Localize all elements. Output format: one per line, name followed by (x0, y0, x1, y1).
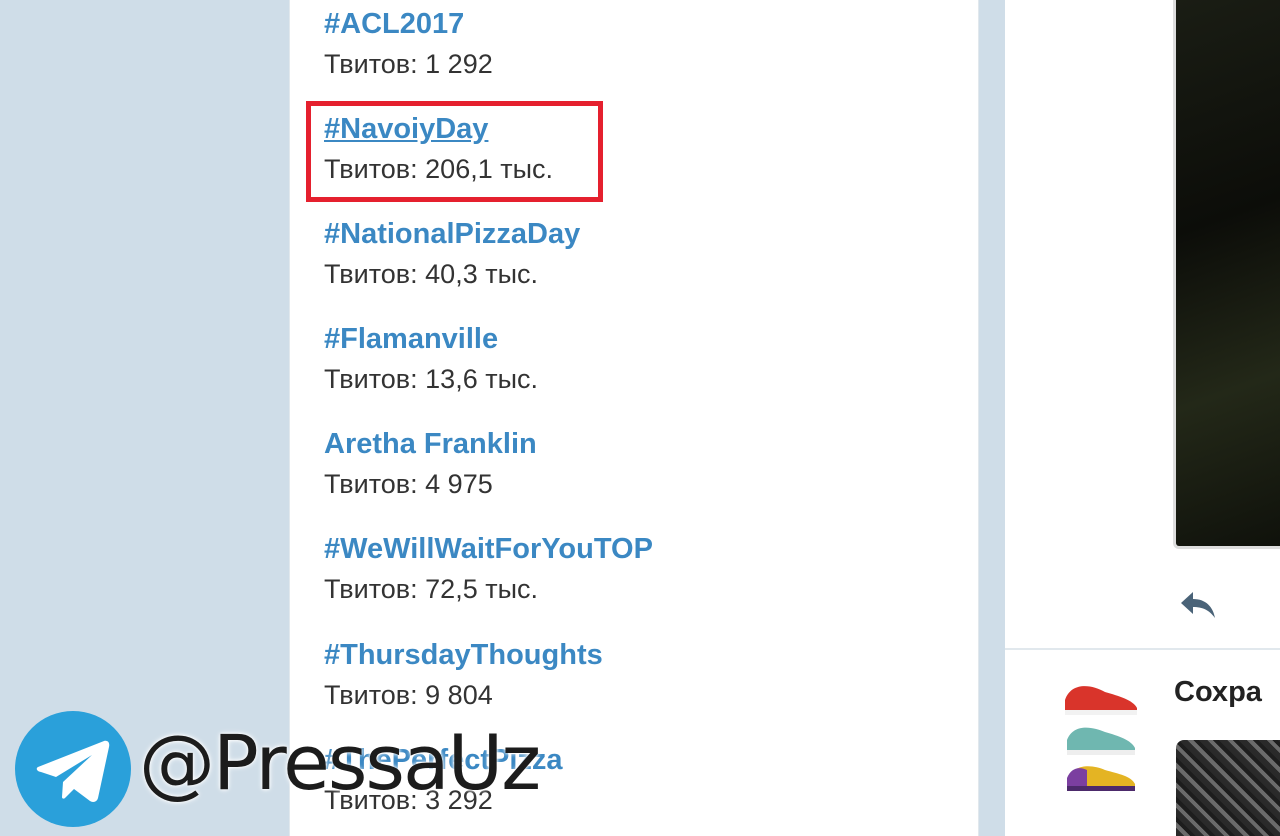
trend-link[interactable]: #ThursdayThoughts (324, 637, 603, 673)
trend-link[interactable]: Aretha Franklin (324, 426, 537, 462)
trend-link[interactable]: #NationalPizzaDay (324, 216, 580, 252)
trend-item: #Flamanville Твитов: 13,6 тыс. (324, 321, 538, 397)
watermark-text: @PressaUz (139, 718, 541, 807)
highlight-box (306, 101, 603, 202)
telegram-icon (15, 711, 131, 827)
trend-tweet-count: Твитов: 1 292 (324, 49, 493, 79)
trend-link[interactable]: #ACL2017 (324, 6, 493, 42)
trend-item: #NationalPizzaDay Твитов: 40,3 тыс. (324, 216, 580, 292)
divider (1005, 648, 1280, 650)
trend-tweet-count: Твитов: 13,6 тыс. (324, 364, 538, 394)
trend-item: #ACL2017 Твитов: 1 292 (324, 6, 493, 82)
trend-link[interactable]: #Flamanville (324, 321, 538, 357)
watermark: @PressaUz (14, 710, 541, 830)
right-column: Сохра (1005, 0, 1280, 836)
trend-tweet-count: Твитов: 72,5 тыс. (324, 574, 538, 604)
shoes-ad-icon (1065, 686, 1137, 791)
trend-tweet-count: Твитов: 9 804 (324, 680, 493, 710)
trend-item: #WeWillWaitForYouTOP Твитов: 72,5 тыс. (324, 531, 653, 607)
trend-item: #ThursdayThoughts Твитов: 9 804 (324, 637, 603, 713)
trend-link[interactable]: #WeWillWaitForYouTOP (324, 531, 653, 567)
ad-thumbnail[interactable] (1176, 740, 1280, 836)
ad-title[interactable]: Сохра (1174, 676, 1262, 709)
trend-item: Aretha Franklin Твитов: 4 975 (324, 426, 537, 502)
reply-icon[interactable] (1177, 588, 1219, 622)
trend-tweet-count: Твитов: 4 975 (324, 469, 493, 499)
trend-tweet-count: Твитов: 40,3 тыс. (324, 259, 538, 289)
tweet-photo[interactable] (1173, 0, 1280, 549)
